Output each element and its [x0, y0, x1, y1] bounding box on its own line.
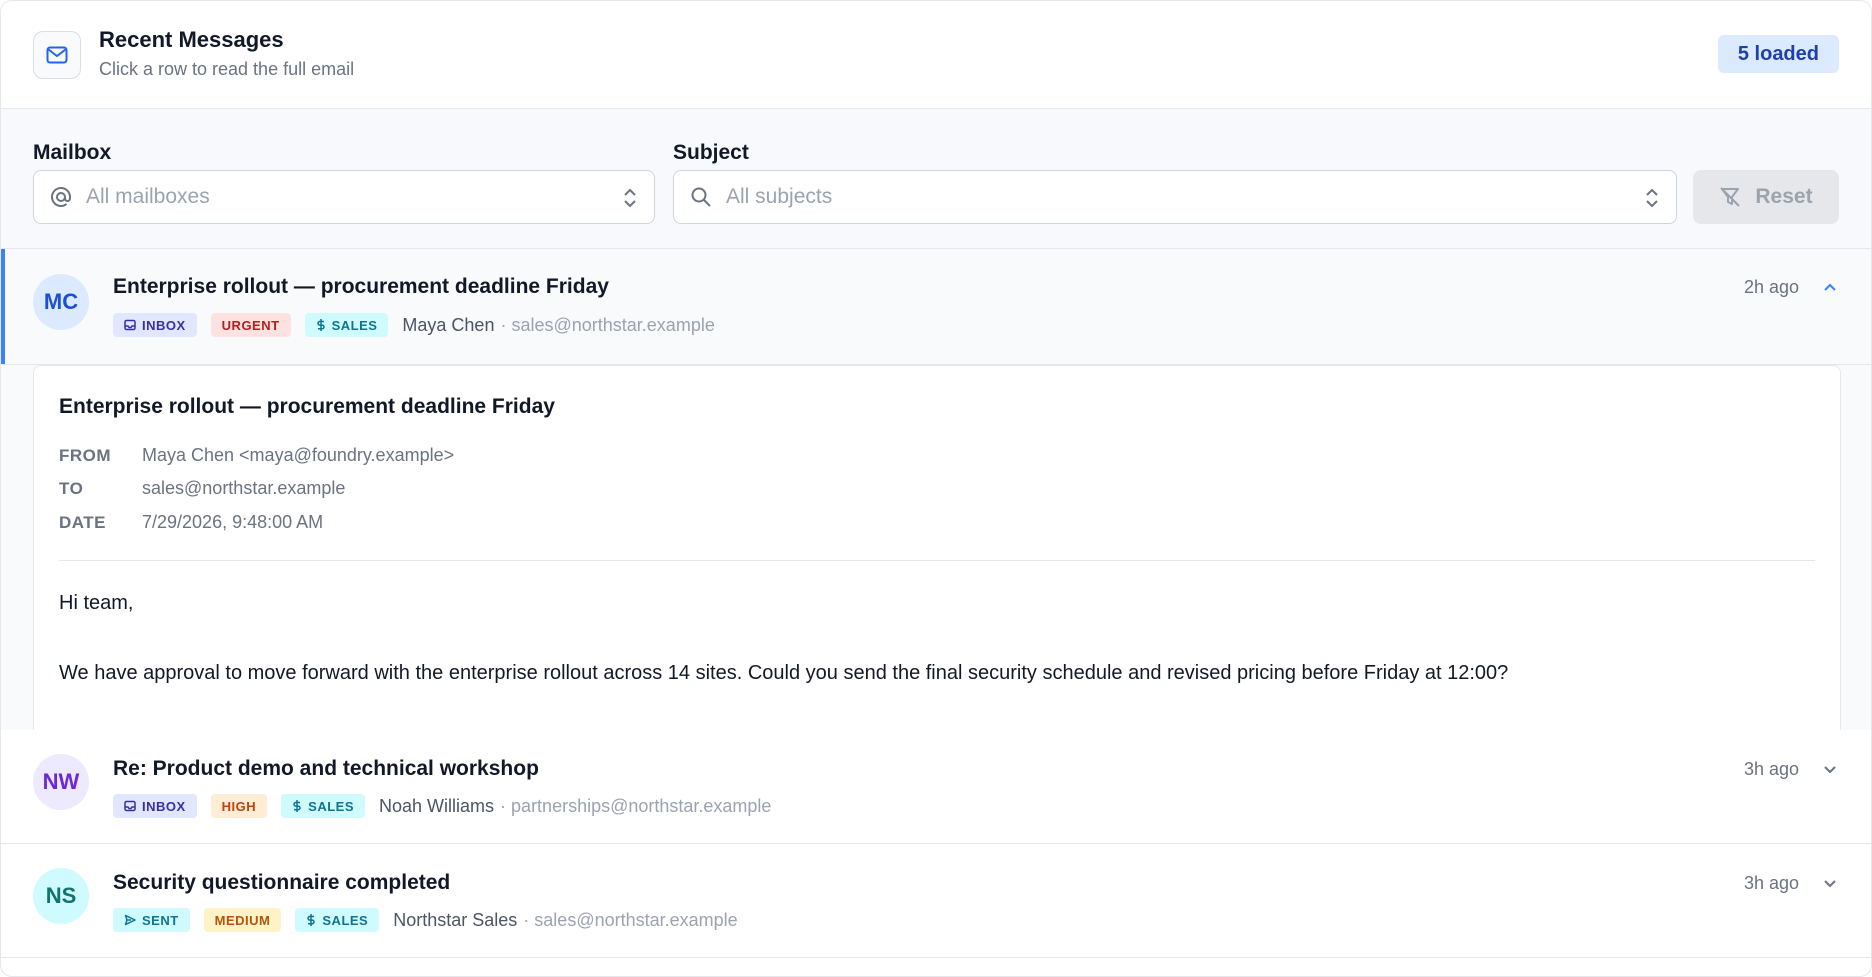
sender-name: Northstar Sales — [393, 909, 518, 930]
priority-tag: URGENT — [210, 313, 291, 337]
email-body: We have approval to move forward with th… — [59, 662, 1509, 684]
reset-button-label: Reset — [1755, 185, 1813, 208]
to-value: sales@northstar.example — [142, 478, 346, 498]
subject-select[interactable]: All subjects — [673, 170, 1677, 224]
message-row[interactable]: MC Enterprise rollout — procurement dead… — [1, 249, 1871, 365]
page-title: Recent Messages — [99, 27, 284, 52]
category-tag: SALES — [304, 313, 389, 337]
avatar: MC — [33, 274, 89, 330]
message-subject: Enterprise rollout — procurement deadlin… — [113, 275, 609, 298]
message-meta: INBOX URGENT SALES Maya Chen · sales@nor… — [113, 313, 715, 337]
inbox-icon — [124, 319, 136, 331]
detail-divider — [59, 560, 1815, 561]
chevron-up-down-icon — [622, 186, 638, 210]
category-tag: SALES — [281, 794, 366, 818]
mailbox-select-value: All mailboxes — [86, 185, 210, 208]
sender-address: · sales@northstar.example — [500, 314, 715, 335]
sender-name: Noah Williams — [379, 795, 495, 816]
panel-header: Recent Messages Click a row to read the … — [1, 1, 1871, 109]
email-detail: Enterprise rollout — procurement deadlin… — [33, 365, 1841, 730]
message-time: 3h ago — [1743, 873, 1799, 893]
send-icon — [124, 914, 136, 926]
subject-select-value: All subjects — [726, 185, 833, 208]
dollar-icon — [307, 914, 316, 926]
sender-address: · partnerships@northstar.example — [500, 795, 772, 816]
from-label: FROM — [59, 446, 112, 465]
subject-filter-label: Subject — [673, 141, 749, 164]
search-icon — [690, 186, 712, 208]
sender-address: · sales@northstar.example — [523, 909, 738, 930]
mailbox-tag: INBOX — [113, 313, 197, 337]
inbox-icon — [124, 800, 136, 812]
chevron-up-icon[interactable] — [1821, 279, 1839, 297]
date-label: DATE — [59, 513, 107, 532]
message-row[interactable]: NW Re: Product demo and technical worksh… — [1, 730, 1871, 844]
filter-bar: Mailbox All mailboxes Subject All subjec… — [1, 109, 1871, 249]
priority-tag: MEDIUM — [203, 908, 282, 932]
message-meta: INBOX HIGH SALES Noah Williams · partner… — [113, 794, 771, 818]
mailbox-select[interactable]: All mailboxes — [33, 170, 655, 224]
message-time: 3h ago — [1743, 759, 1799, 779]
from-value: Maya Chen <maya@foundry.example> — [142, 445, 455, 465]
page-subtitle: Click a row to read the full email — [99, 59, 355, 79]
mailbox-tag: SENT — [113, 908, 190, 932]
message-subject: Re: Product demo and technical workshop — [113, 757, 539, 780]
dollar-icon — [316, 319, 325, 331]
mailbox-tag: INBOX — [113, 794, 197, 818]
to-label: TO — [59, 479, 84, 498]
reset-filters-button[interactable]: Reset — [1693, 170, 1839, 224]
messages-panel: Recent Messages Click a row to read the … — [0, 0, 1872, 977]
at-sign-icon — [50, 186, 72, 208]
dollar-icon — [293, 800, 301, 812]
mailbox-filter-label: Mailbox — [33, 141, 112, 164]
sender-name: Maya Chen — [402, 314, 495, 335]
email-greeting: Hi team, — [59, 592, 134, 614]
avatar: NS — [33, 868, 89, 924]
chevron-down-icon[interactable] — [1821, 760, 1839, 778]
avatar: NW — [33, 754, 89, 810]
message-row[interactable]: NS Security questionnaire completed SENT… — [1, 844, 1871, 958]
message-meta: SENT MEDIUM SALES Northstar Sales · sale… — [113, 908, 738, 932]
filter-off-icon — [1720, 187, 1741, 207]
chevron-down-icon[interactable] — [1821, 874, 1839, 892]
loaded-count-badge: 5 loaded — [1717, 35, 1839, 73]
date-value: 7/29/2026, 9:48:00 AM — [142, 512, 324, 532]
chevron-up-down-icon — [1644, 186, 1660, 210]
mail-icon — [33, 31, 81, 79]
detail-subject: Enterprise rollout — procurement deadlin… — [59, 395, 555, 418]
category-tag: SALES — [295, 908, 380, 932]
message-time: 2h ago — [1743, 277, 1799, 297]
priority-tag: HIGH — [210, 794, 268, 818]
message-subject: Security questionnaire completed — [113, 871, 451, 894]
